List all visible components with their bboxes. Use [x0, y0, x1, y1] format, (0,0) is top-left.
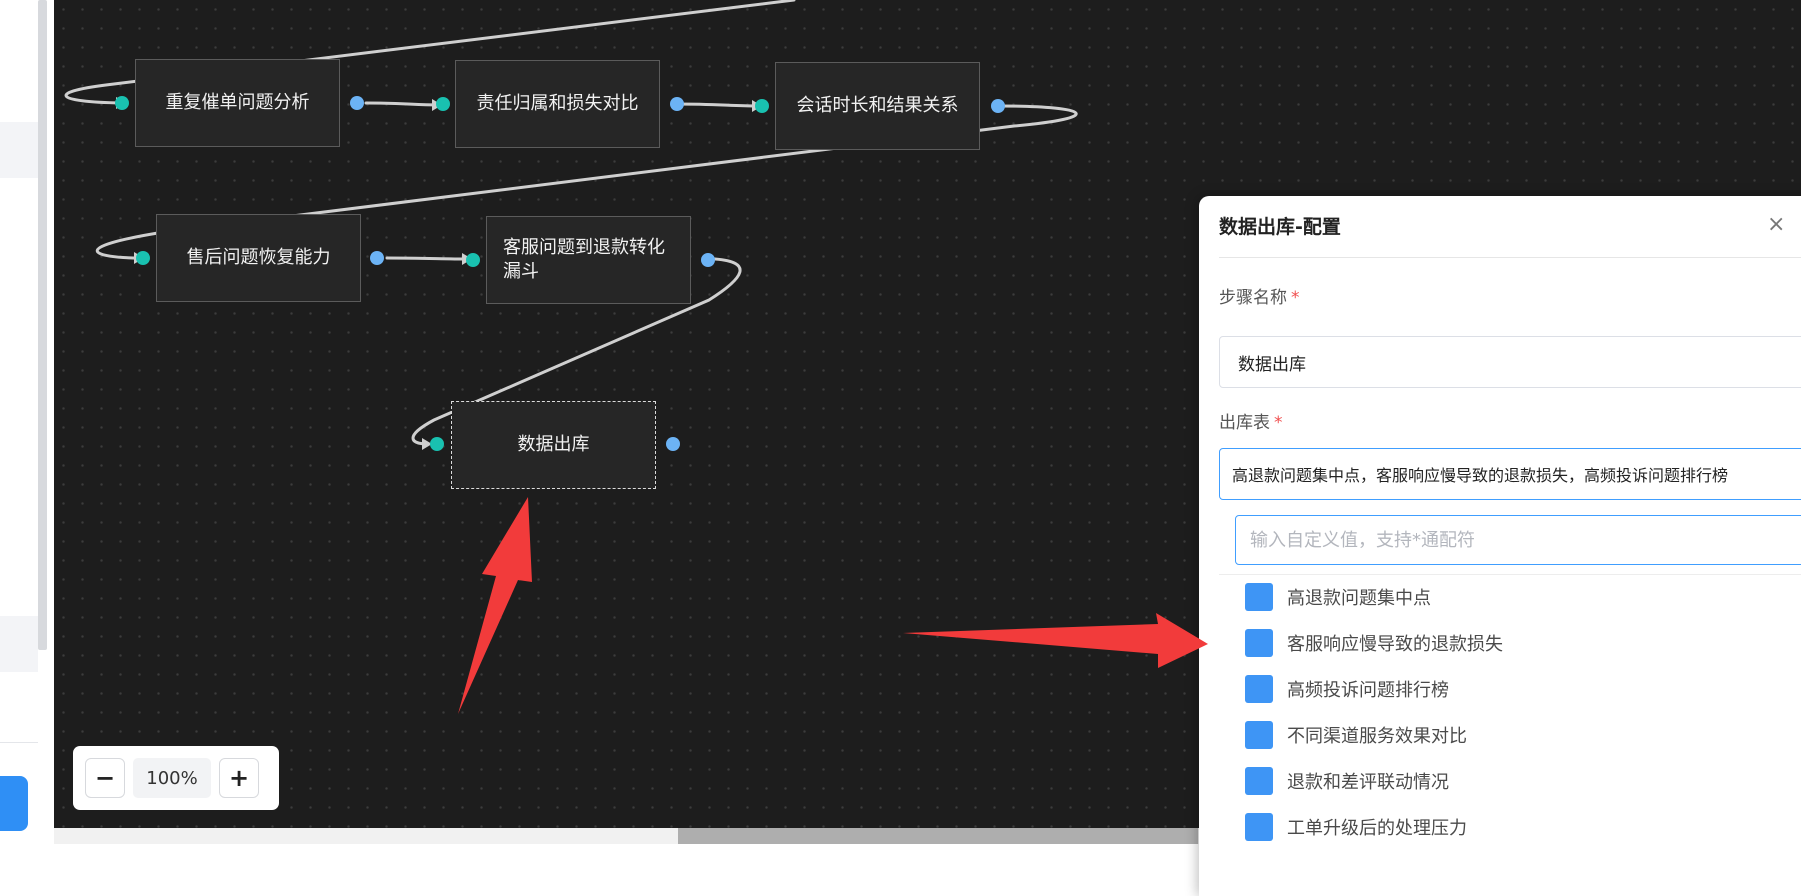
left-panel-highlight [0, 122, 38, 178]
workflow-node[interactable]: 会话时长和结果关系 [775, 62, 980, 150]
node-label: 责任归属和损失对比 [476, 93, 639, 114]
checkbox-checked-icon[interactable] [1245, 721, 1273, 749]
panel-title: 数据出库-配置 [1219, 216, 1341, 238]
step-name-label-text: 步骤名称 [1219, 288, 1287, 308]
output-table-label-text: 出库表 [1219, 413, 1270, 433]
left-panel-divider [0, 742, 38, 743]
node-output-port[interactable] [991, 99, 1005, 113]
workflow-node[interactable]: 责任归属和损失对比 [455, 60, 660, 148]
output-table-label: 出库表 * [1219, 408, 1283, 433]
workflow-node[interactable]: 客服问题到退款转化漏斗 [486, 216, 691, 304]
required-mark: * [1291, 288, 1300, 308]
step-name-label: 步骤名称 * [1219, 283, 1300, 308]
node-input-port[interactable] [430, 437, 444, 451]
node-input-port[interactable] [466, 253, 480, 267]
option-label: 客服响应慢导致的退款损失 [1287, 634, 1503, 655]
edge [364, 101, 440, 107]
edge [385, 256, 470, 261]
dropdown-option[interactable]: 不同渠道服务效果对比 [1245, 720, 1467, 750]
step-name-value: 数据出库 [1238, 354, 1306, 375]
node-output-port[interactable] [701, 253, 715, 267]
panel-divider [1219, 257, 1801, 258]
required-mark: * [1274, 413, 1283, 433]
edge [675, 102, 760, 108]
dropdown-option[interactable]: 退款和差评联动情况 [1245, 766, 1449, 796]
node-label: 会话时长和结果关系 [796, 95, 959, 116]
output-table-value: 高退款问题集中点，客服响应慢导致的退款损失，高频投诉问题排行榜 [1232, 466, 1729, 485]
checkbox-checked-icon[interactable] [1245, 629, 1273, 657]
node-label: 数据出库 [517, 434, 590, 455]
workflow-node-selected[interactable]: 数据出库 [451, 401, 656, 489]
option-label: 高退款问题集中点 [1287, 588, 1431, 609]
zoom-out-button[interactable]: − [85, 758, 125, 798]
option-label: 工单升级后的处理压力 [1287, 818, 1467, 839]
checkbox-checked-icon[interactable] [1245, 583, 1273, 611]
dropdown-option[interactable]: 客服响应慢导致的退款损失 [1245, 628, 1503, 658]
checkbox-checked-icon[interactable] [1245, 675, 1273, 703]
node-output-port[interactable] [666, 437, 680, 451]
node-input-port[interactable] [136, 251, 150, 265]
node-output-port[interactable] [350, 96, 364, 110]
workflow-node[interactable]: 重复催单问题分析 [135, 59, 340, 147]
option-label: 退款和差评联动情况 [1287, 772, 1449, 793]
node-label: 售后问题恢复能力 [186, 247, 331, 268]
node-label: 客服问题到退款转化漏斗 [503, 237, 665, 282]
dropdown-option[interactable]: 高频投诉问题排行榜 [1245, 674, 1449, 704]
option-label: 不同渠道服务效果对比 [1287, 726, 1467, 747]
custom-value-search-input[interactable] [1235, 515, 1801, 565]
scrollbar-thumb[interactable] [678, 828, 1198, 844]
checkbox-checked-icon[interactable] [1245, 767, 1273, 795]
node-input-port[interactable] [115, 96, 129, 110]
node-input-port[interactable] [755, 99, 769, 113]
node-input-port[interactable] [436, 97, 450, 111]
checkbox-checked-icon[interactable] [1245, 813, 1273, 841]
option-label: 高频投诉问题排行榜 [1287, 680, 1449, 701]
dropdown-option[interactable]: 工单升级后的处理压力 [1245, 812, 1467, 842]
step-name-input[interactable]: 数据出库 [1219, 336, 1801, 388]
zoom-controls: − 100% + [73, 746, 279, 810]
dropdown-divider [1219, 574, 1801, 575]
left-panel-strip [0, 0, 47, 852]
close-icon[interactable]: × [1767, 212, 1785, 237]
left-panel-scrollbar[interactable] [38, 0, 47, 650]
workflow-node[interactable]: 售后问题恢复能力 [156, 214, 361, 302]
node-label: 重复催单问题分析 [165, 92, 310, 113]
left-panel-primary-button[interactable] [0, 776, 28, 831]
zoom-in-button[interactable]: + [219, 758, 259, 798]
node-output-port[interactable] [370, 251, 384, 265]
left-panel-highlight [0, 616, 38, 672]
output-table-dropdown: 高退款问题集中点 客服响应慢导致的退款损失 高频投诉问题排行榜 不同渠道服务效果… [1219, 508, 1801, 852]
zoom-level: 100% [133, 758, 211, 798]
output-table-select[interactable]: 高退款问题集中点，客服响应慢导致的退款损失，高频投诉问题排行榜 [1219, 448, 1801, 500]
node-output-port[interactable] [670, 97, 684, 111]
dropdown-option[interactable]: 高退款问题集中点 [1245, 582, 1431, 612]
